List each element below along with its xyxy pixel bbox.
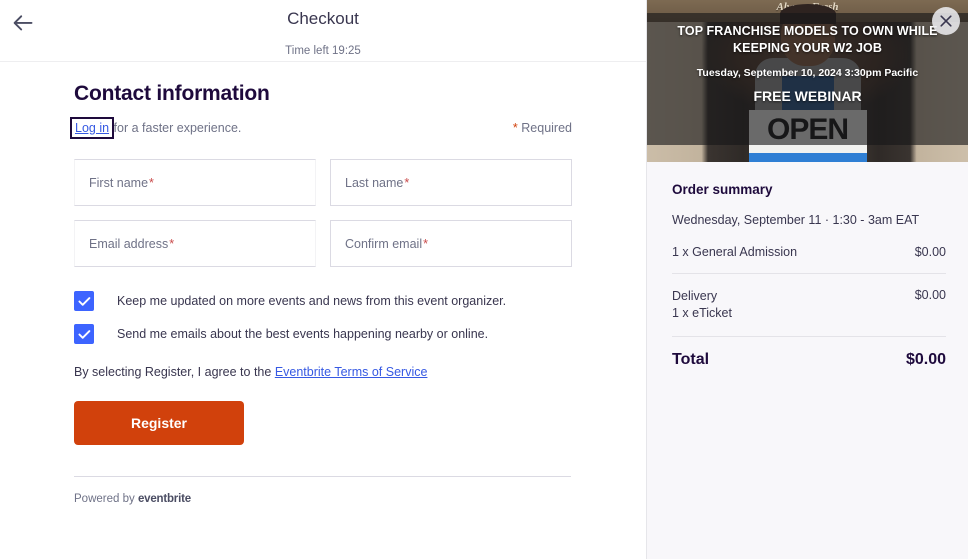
contact-fields-grid: First name * Last name * Email address * Co… — [74, 159, 572, 267]
delivery-label-block: Delivery 1 x eTicket — [672, 288, 732, 322]
delivery-label: Delivery — [672, 289, 718, 303]
summary-divider-total — [672, 336, 946, 337]
email-address-placeholder: Email address — [89, 236, 169, 251]
log-in-link[interactable]: Log in — [69, 117, 115, 139]
first-name-required-mark: * — [149, 175, 154, 190]
time-left-label: Time left 19:25 — [285, 45, 361, 57]
total-label: Total — [672, 351, 710, 368]
ticket-item-label: 1 x General Admission — [672, 245, 798, 259]
order-summary-title: Order summary — [672, 182, 773, 197]
last-name-placeholder: Last name — [345, 175, 404, 190]
promo-text-overlay: TOP FRANCHISE MODELS TO OWN WHILE KEEPIN… — [647, 13, 968, 145]
email-address-field[interactable]: Email address * — [74, 220, 316, 267]
checkbox-row-nearby-events: Send me emails about the best events hap… — [74, 324, 572, 344]
close-icon[interactable] — [932, 7, 960, 35]
contact-form-area: Contact information Log in for a faster … — [0, 62, 646, 505]
checkout-main-column: Checkout Time left 19:25 Contact informa… — [0, 0, 647, 559]
promo-headline: TOP FRANCHISE MODELS TO OWN WHILE KEEPIN… — [677, 24, 938, 55]
first-name-field[interactable]: First name * — [74, 159, 316, 206]
summary-divider — [672, 273, 946, 274]
promo-date: Tuesday, September 10, 2024 3:30pm Pacif… — [696, 67, 919, 79]
confirm-email-required-mark: * — [423, 236, 428, 251]
login-prompt-suffix: for a faster experience. — [110, 121, 242, 135]
confirm-email-placeholder: Confirm email — [345, 236, 423, 251]
total-price: $0.00 — [905, 351, 946, 368]
summary-line-item: 1 x General Admission $0.00 — [672, 245, 946, 259]
checkbox-row-organizer-updates: Keep me updated on more events and news … — [74, 291, 572, 311]
promo-banner: Always Fresh OPEN TOP FRANCHISE MODELS T… — [647, 0, 968, 162]
terms-of-service-link[interactable]: Eventbrite Terms of Service — [275, 365, 428, 379]
register-button[interactable]: Register — [74, 401, 244, 445]
email-address-required-mark: * — [169, 236, 175, 251]
required-note: * Required — [513, 121, 572, 135]
order-summary-column: Always Fresh OPEN TOP FRANCHISE MODELS T… — [647, 0, 968, 559]
marketing-opt-in-group: Keep me updated on more events and news … — [74, 291, 572, 344]
login-prompt: Log in for a faster experience. — [69, 117, 242, 139]
summary-delivery-row: Delivery 1 x eTicket $0.00 — [672, 288, 946, 322]
login-prompt-row: Log in for a faster experience. * Requir… — [69, 117, 572, 139]
checkout-header: Checkout Time left 19:25 — [0, 0, 646, 62]
order-summary: Order summary Wednesday, September 11 · … — [647, 162, 968, 369]
first-name-placeholder: First name — [89, 175, 149, 190]
checkout-page: Checkout Time left 19:25 Contact informa… — [0, 0, 968, 559]
delivery-price: $0.00 — [914, 288, 946, 302]
event-datetime: Wednesday, September 11 · 1:30 - 3am EAT — [672, 213, 920, 227]
order-total-row: Total $0.00 — [672, 351, 946, 369]
ticket-item-price: $0.00 — [914, 245, 946, 259]
terms-agreement-text: By selecting Register, I agree to the Ev… — [74, 365, 572, 379]
required-label: Required — [517, 121, 572, 135]
last-name-field[interactable]: Last name * — [330, 159, 572, 206]
powered-by-footer: Powered by eventbrite — [74, 493, 572, 505]
nearby-events-label: Send me emails about the best events hap… — [117, 327, 489, 341]
page-title: Checkout — [287, 9, 359, 28]
confirm-email-field[interactable]: Confirm email * — [330, 220, 572, 267]
section-title: Contact information — [74, 82, 270, 105]
promo-cta-label: FREE WEBINAR — [753, 88, 862, 104]
powered-by-text: Powered by — [74, 493, 138, 505]
eventbrite-logo: eventbrite — [137, 493, 191, 505]
organizer-updates-label: Keep me updated on more events and news … — [117, 294, 507, 308]
delivery-sublabel: 1 x eTicket — [672, 306, 732, 320]
nearby-events-checkbox[interactable] — [74, 324, 94, 344]
last-name-required-mark: * — [404, 175, 410, 190]
terms-prefix: By selecting Register, I agree to the — [74, 365, 275, 379]
footer-divider — [74, 476, 571, 477]
organizer-updates-checkbox[interactable] — [74, 291, 94, 311]
